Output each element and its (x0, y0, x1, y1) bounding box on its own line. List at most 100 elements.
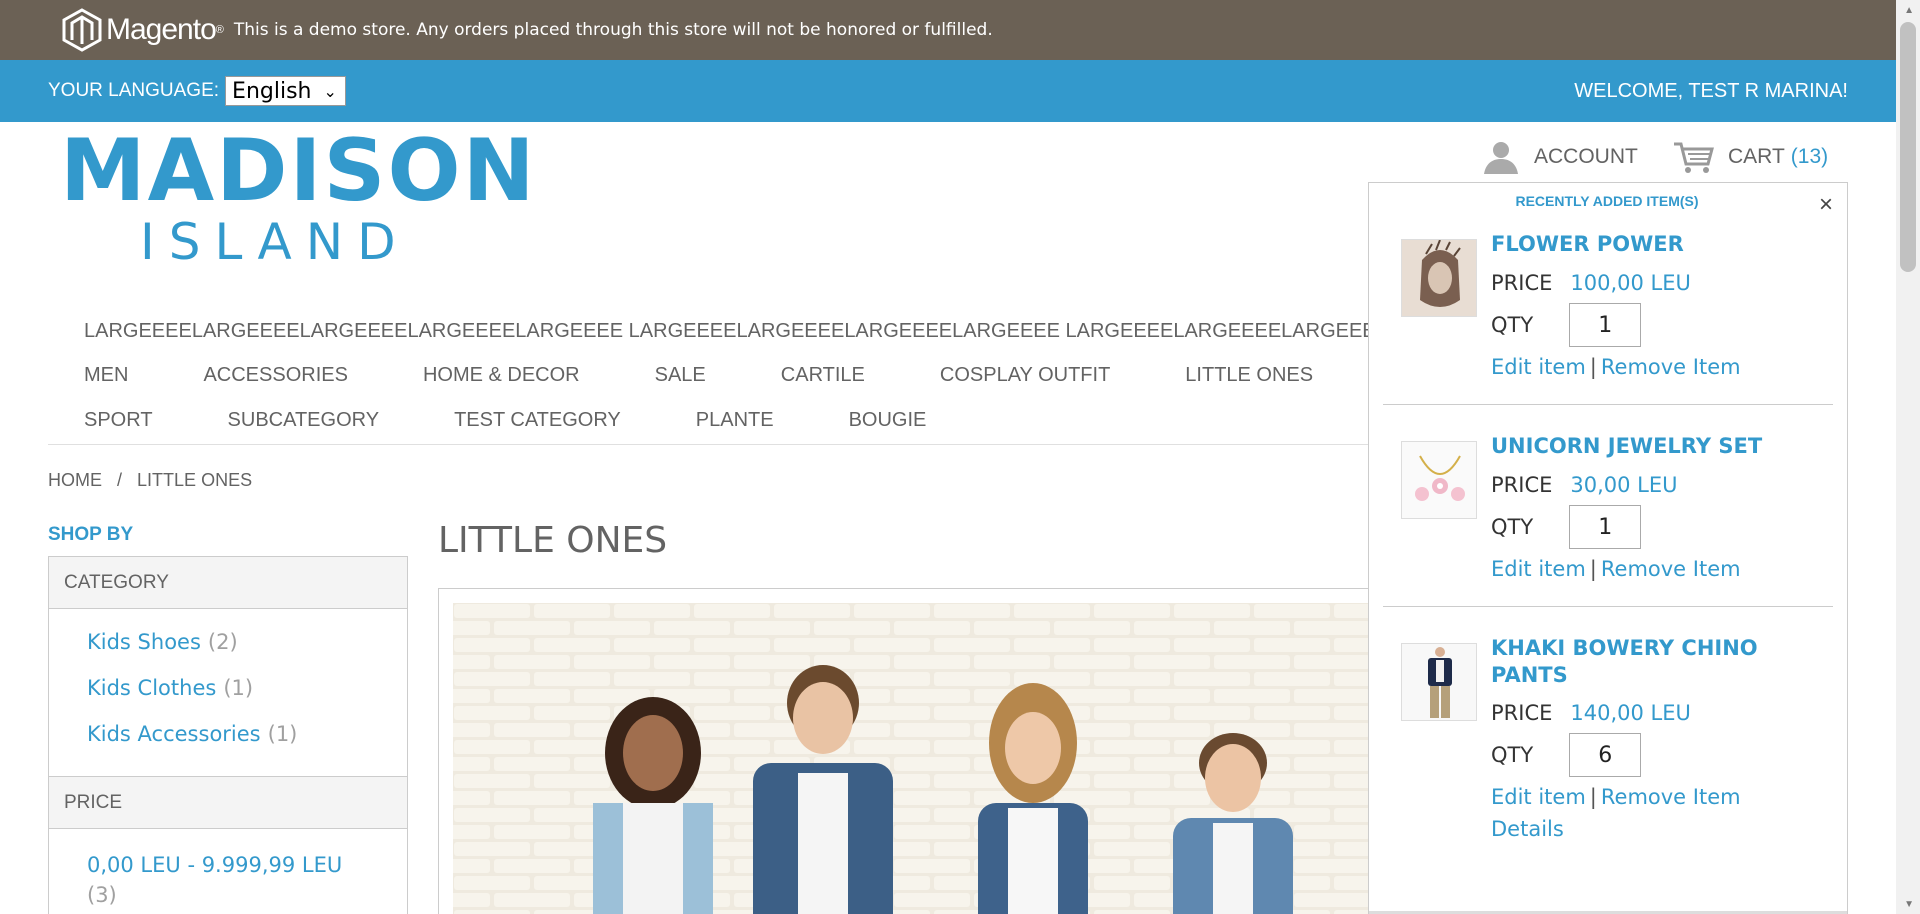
action-divider: | (1589, 785, 1597, 809)
nav-item-little-ones[interactable]: LITTLE ONES (1185, 364, 1313, 387)
mini-cart-item-name[interactable]: UNICORN JEWELRY SET (1491, 433, 1791, 460)
magento-brand-text: Magento (106, 13, 217, 46)
filter-option-label: Kids Accessories (87, 722, 261, 746)
demo-notice-bar: Magento ® This is a demo store. Any order… (0, 0, 1896, 60)
mini-cart-divider (1383, 404, 1833, 405)
mini-cart-item-price: 140,00 LEU (1570, 701, 1691, 725)
filter-option[interactable]: Kids Clothes (1) (87, 665, 407, 711)
product-thumbnail[interactable] (1401, 643, 1477, 721)
nav-item-men[interactable]: MEN (84, 364, 128, 387)
filter-option-count: (2) (207, 630, 238, 654)
category-filter-title: CATEGORY (49, 557, 407, 609)
mini-cart-item-price-row: PRICE 30,00 LEU (1491, 473, 1678, 497)
breadcrumb: HOME / LITTLE ONES (48, 470, 252, 491)
action-divider: | (1589, 557, 1597, 581)
mini-cart-divider (1383, 606, 1833, 607)
cart-icon (1674, 142, 1714, 173)
shop-by-heading: SHOP BY (48, 524, 134, 545)
nav-item-accessories[interactable]: ACCESSORIES (203, 364, 347, 387)
details-link[interactable]: Details (1491, 817, 1564, 841)
product-thumbnail[interactable] (1401, 239, 1477, 317)
nav-item-bougie[interactable]: BOUGIE (849, 409, 927, 432)
qty-label: QTY (1491, 515, 1534, 539)
nav-row-1: LARGEEEELARGEEEELARGEEEELARGEEEELARGEEEE… (84, 320, 1464, 343)
language-label: YOUR LANGUAGE: (48, 80, 220, 101)
mini-cart-item-actions: Edit item | Remove Item (1491, 355, 1741, 379)
mini-cart-item-qty-row: QTY 1 (1491, 505, 1642, 549)
remove-item-link[interactable]: Remove Item (1601, 557, 1741, 581)
category-banner (438, 588, 1453, 914)
cart-label: CART (1728, 145, 1785, 168)
demo-notice-text: This is a demo store. Any orders placed … (233, 20, 993, 40)
breadcrumb-separator: / (117, 470, 123, 490)
remove-item-link[interactable]: Remove Item (1601, 785, 1741, 809)
category-filter: CATEGORY Kids Shoes (2) Kids Clothes (1)… (48, 556, 408, 778)
filter-option-label: Kids Shoes (87, 630, 201, 654)
mini-cart-item-price-row: PRICE 140,00 LEU (1491, 701, 1691, 725)
nav-item-plante[interactable]: PLANTE (696, 409, 774, 432)
price-filter: PRICE 0,00 LEU - 9.999,99 LEU (3) (48, 776, 408, 914)
logo-line2: ISLAND (140, 213, 410, 271)
filter-option[interactable]: Kids Accessories (1) (87, 711, 407, 757)
edit-item-link[interactable]: Edit item (1491, 557, 1586, 581)
scroll-up-icon[interactable]: ▲ (1904, 5, 1914, 16)
price-label: PRICE (1491, 271, 1553, 295)
language-selected: English (232, 78, 312, 104)
mini-cart-item-qty-row: QTY 6 (1491, 733, 1642, 777)
qty-input[interactable]: 6 (1569, 733, 1642, 777)
qty-input[interactable]: 1 (1569, 303, 1642, 347)
page-title: LITTLE ONES (438, 520, 668, 561)
breadcrumb-current: LITTLE ONES (137, 470, 253, 490)
scrollbar-thumb[interactable] (1900, 22, 1916, 272)
site-logo[interactable]: MADISON ISLAND (60, 128, 537, 270)
product-thumbnail[interactable] (1401, 441, 1477, 519)
price-range-count: (3) (87, 883, 117, 907)
mini-cart-item-price-row: PRICE 100,00 LEU (1491, 271, 1691, 295)
mini-cart-title: RECENTLY ADDED ITEM(S) (1515, 193, 1699, 209)
action-divider: | (1589, 355, 1597, 379)
scroll-down-icon[interactable]: ▼ (1904, 899, 1914, 910)
mini-cart-item: UNICORN JEWELRY SET PRICE 30,00 LEU QTY … (1383, 433, 1833, 583)
page-scrollbar[interactable]: ▲ ▼ (1896, 0, 1920, 914)
logo-line1: MADISON (60, 121, 537, 221)
edit-item-link[interactable]: Edit item (1491, 785, 1586, 809)
breadcrumb-home[interactable]: HOME (48, 470, 102, 490)
edit-item-link[interactable]: Edit item (1491, 355, 1586, 379)
filter-option[interactable]: Kids Shoes (2) (87, 619, 407, 665)
qty-label: QTY (1491, 743, 1534, 767)
price-label: PRICE (1491, 473, 1553, 497)
nav-item-home-decor[interactable]: HOME & DECOR (423, 364, 580, 387)
nav-item-cosplay-outfit[interactable]: COSPLAY OUTFIT (940, 364, 1110, 387)
mini-cart-item-name[interactable]: FLOWER POWER (1491, 231, 1791, 258)
language-bar: YOUR LANGUAGE: English ⌄ WELCOME, TEST R… (0, 60, 1896, 122)
mini-cart-dropdown: RECENTLY ADDED ITEM(S) × FLOWER POWER PR… (1368, 182, 1848, 914)
remove-item-link[interactable]: Remove Item (1601, 355, 1741, 379)
mini-cart-item-qty-row: QTY 1 (1491, 303, 1642, 347)
nav-item-large[interactable]: LARGEEEELARGEEEELARGEEEELARGEEEELARGEEEE… (84, 320, 1389, 343)
qty-input[interactable]: 1 (1569, 505, 1642, 549)
nav-row-3: SPORT SUBCATEGORY TEST CATEGORY PLANTE B… (84, 409, 1001, 432)
close-icon[interactable]: × (1819, 191, 1833, 219)
nav-item-subcategory[interactable]: SUBCATEGORY (228, 409, 380, 432)
filter-option-count: (1) (267, 722, 298, 746)
magento-hex-icon (62, 8, 102, 52)
mini-cart-item: KHAKI BOWERY CHINO PANTS PRICE 140,00 LE… (1383, 635, 1833, 855)
nav-item-test-category[interactable]: TEST CATEGORY (454, 409, 621, 432)
category-banner-image (453, 603, 1453, 914)
account-link[interactable]: ACCOUNT (1482, 140, 1638, 174)
filter-option-label: Kids Clothes (87, 676, 217, 700)
mini-cart-item-price: 100,00 LEU (1570, 271, 1691, 295)
nav-item-sport[interactable]: SPORT (84, 409, 153, 432)
filter-option-count: (1) (223, 676, 254, 700)
price-range-option[interactable]: 0,00 LEU - 9.999,99 LEU (87, 839, 407, 877)
mini-cart-item-name[interactable]: KHAKI BOWERY CHINO PANTS (1491, 635, 1791, 689)
nav-item-cartile[interactable]: CARTILE (781, 364, 865, 387)
cart-link[interactable]: CART (13) (1672, 140, 1828, 174)
account-label: ACCOUNT (1534, 145, 1638, 168)
magento-logo: Magento ® (62, 8, 224, 52)
nav-item-sale[interactable]: SALE (655, 364, 706, 387)
language-select[interactable]: English ⌄ (225, 76, 346, 106)
qty-label: QTY (1491, 313, 1534, 337)
mini-cart-item-price: 30,00 LEU (1570, 473, 1678, 497)
chevron-down-icon: ⌄ (323, 81, 337, 101)
